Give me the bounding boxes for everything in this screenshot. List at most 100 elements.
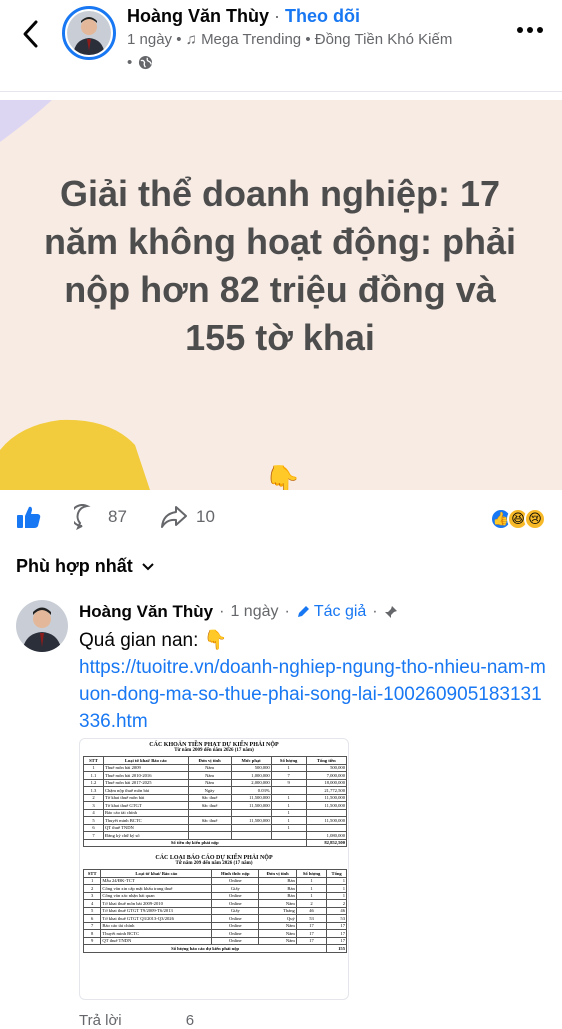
post-meta-line2: • [127, 54, 153, 71]
penalty-cell: 21,772,500 [305, 786, 348, 795]
song-name[interactable]: Đồng Tiền Khó Kiếm [315, 31, 453, 48]
reports-cell: 1 [326, 876, 347, 885]
banner-title: Giải thể doanh nghiệp: 17 năm không hoạt… [44, 173, 516, 358]
penalty-header-5: Tổng tiền [305, 756, 348, 765]
reports-cell: 17 [295, 921, 328, 930]
reports-cell: Tờ khai thuế GTGT Q3/2013-Q3/2026 [100, 914, 213, 923]
reports-cell: Online [211, 899, 260, 908]
reports-cell: Online [211, 876, 260, 885]
comment-sort-dropdown[interactable]: Phù hợp nhất [16, 556, 155, 577]
reports-cell: Năm [258, 921, 297, 930]
penalty-cell: 11,500,000 [305, 816, 348, 825]
table-row: 3 Tờ khai thuế GTGT Sắc thuế 11,500,000 1 11,… [83, 801, 348, 810]
penalty-cell: 11,500,000 [305, 801, 348, 810]
table-row: 1 Thuế môn bài 2009 Năm 500,000 1 500,000 [83, 763, 348, 772]
penalty-cell: Báo cáo tài chính [102, 808, 189, 817]
commenter-avatar[interactable] [16, 600, 68, 652]
author-badge: Tác giả [296, 603, 366, 621]
table-total-row: Số lượng báo cáo dự kiến phải nộp 155 [82, 944, 347, 953]
reports-cell: 17 [295, 936, 328, 945]
reports-cell: Bản [258, 891, 297, 900]
reports-cell: Năm [258, 936, 297, 945]
reports-cell: Online [211, 929, 260, 938]
table-row: 7 Báo cáo tài chính Online Năm 17 17 [82, 921, 347, 930]
reports-cell: Online [211, 891, 260, 900]
reports-cell: 1 [326, 891, 347, 900]
penalty-cell: 1.1 [83, 771, 104, 780]
penalty-cell: Thuế môn bài 2010-2016 [102, 771, 189, 780]
table-row: 9 QT thuế TNDN Online Năm 17 17 [82, 936, 347, 945]
commenter-name[interactable]: Hoàng Văn Thùy [79, 602, 213, 622]
table-row: 7 Đăng ký chữ ký số 1,080,000 [83, 831, 348, 840]
chevron-down-icon [142, 562, 154, 570]
reports-cell: 2 [295, 899, 328, 908]
penalty-header-0: STT [83, 756, 104, 765]
reports-header-0: STT [82, 869, 102, 878]
pencil-icon [297, 606, 309, 617]
reports-cell: Công văn xin cấp mật khẩu trang thuế [100, 884, 213, 893]
reports-cell: 53 [295, 914, 328, 923]
separator-dot: · [274, 6, 281, 26]
table-row: 1 Mẫu 24/ĐK-TCT Online Bản 1 1 [82, 876, 347, 885]
reports-cell: Giấy [211, 884, 260, 893]
penalty-cell [270, 831, 307, 840]
penalty-cell: Sắc thuế [187, 801, 232, 810]
reports-cell: 4 [82, 899, 102, 908]
post-banner[interactable]: Giải thể doanh nghiệp: 17 năm không hoạt… [0, 100, 562, 490]
penalty-cell: 7 [270, 771, 307, 780]
more-options-icon[interactable] [516, 24, 544, 36]
table-row: 1.1 Thuế môn bài 2010-2016 Năm 1,000,000 7 7,… [83, 771, 348, 780]
back-arrow-icon[interactable] [18, 18, 46, 50]
penalty-cell: 1 [83, 763, 104, 772]
header-author-line: Hoàng Văn Thùy · Theo dõi [127, 6, 360, 27]
comment-attachment-image[interactable]: CÁC KHOẢN TIỀN PHẠT DỰ KIẾN PHẢI NỘP Từ … [79, 738, 349, 1000]
table-row: 6 Tờ khai thuế GTGT Q3/2013-Q3/2026 Online… [82, 914, 347, 923]
pin-icon [384, 606, 397, 618]
table-row: 1.3 Chậm nộp thuế môn bài Ngày 0.03% 21,772,… [83, 786, 348, 795]
table-row: 2 Tờ khai thuế môn bài Sắc thuế 11,500,000 1… [83, 793, 348, 802]
reports-cell: 9 [82, 936, 102, 945]
reports-cell: 1 [295, 876, 328, 885]
penalty-table: STT Loại tờ khai/ Báo cáo Đơn vị tính Mức p… [83, 756, 348, 847]
reports-cell: 2 [326, 899, 347, 908]
post-header: Hoàng Văn Thùy · Theo dõi 1 ngày • ♫ Meg… [0, 0, 562, 92]
reports-cell: 17 [326, 929, 347, 938]
penalty-cell [305, 823, 348, 832]
author-avatar[interactable] [62, 6, 116, 60]
header-author-name[interactable]: Hoàng Văn Thùy [127, 6, 269, 26]
share-count: 10 [196, 507, 215, 526]
penalty-cell: Thuế môn bài 2009 [102, 763, 189, 772]
reports-cell: 17 [295, 929, 328, 938]
comment-button[interactable]: 87 [74, 504, 127, 530]
like-button[interactable] [16, 504, 42, 530]
reports-table: STT Loại tờ khai/ Báo cáo Hình thức nộp Đơn… [82, 869, 347, 953]
reports-cell: Thuyết minh BCTC [100, 929, 213, 938]
penalty-cell: Sắc thuế [187, 793, 232, 802]
share-button[interactable]: 10 [160, 504, 215, 530]
penalty-cell: 500,000 [305, 763, 348, 772]
penalty-cell: 11,500,000 [230, 816, 272, 825]
penalty-cell: 1,000,000 [230, 771, 272, 780]
reply-button[interactable]: Trả lời [79, 1012, 122, 1029]
penalty-cell [230, 808, 272, 817]
penalty-cell [230, 831, 272, 840]
table-row: 3 Công văn xác nhận hải quan Online Bản 1 1 [82, 891, 347, 900]
penalty-cell: 1 [270, 816, 307, 825]
follow-button[interactable]: Theo dõi [285, 6, 360, 26]
penalty-total-value: 82,852,500 [305, 838, 348, 847]
penalty-cell: 1,080,000 [305, 831, 348, 840]
penalty-cell: Sắc thuế [187, 816, 232, 825]
comment-link[interactable]: https://tuoitre.vn/doanh-nghiep-ngung-th… [79, 654, 549, 735]
reaction-summary[interactable]: 👍 😆 😢 [490, 508, 546, 530]
reports-cell: 53 [326, 914, 347, 923]
penalty-cell: 1.2 [83, 778, 104, 787]
table-row: 4 Báo cáo tài chính 1 [83, 808, 348, 817]
music-source[interactable]: Mega Trending [201, 31, 301, 48]
share-icon [161, 506, 187, 528]
reports-header-2: Hình thức nộp [211, 869, 260, 878]
reports-cell: Tháng [258, 906, 297, 915]
penalty-cell: 1 [270, 763, 307, 772]
globe-icon [139, 55, 153, 70]
reports-cell: 7 [82, 921, 102, 930]
penalty-cell: 2,000,000 [230, 778, 272, 787]
